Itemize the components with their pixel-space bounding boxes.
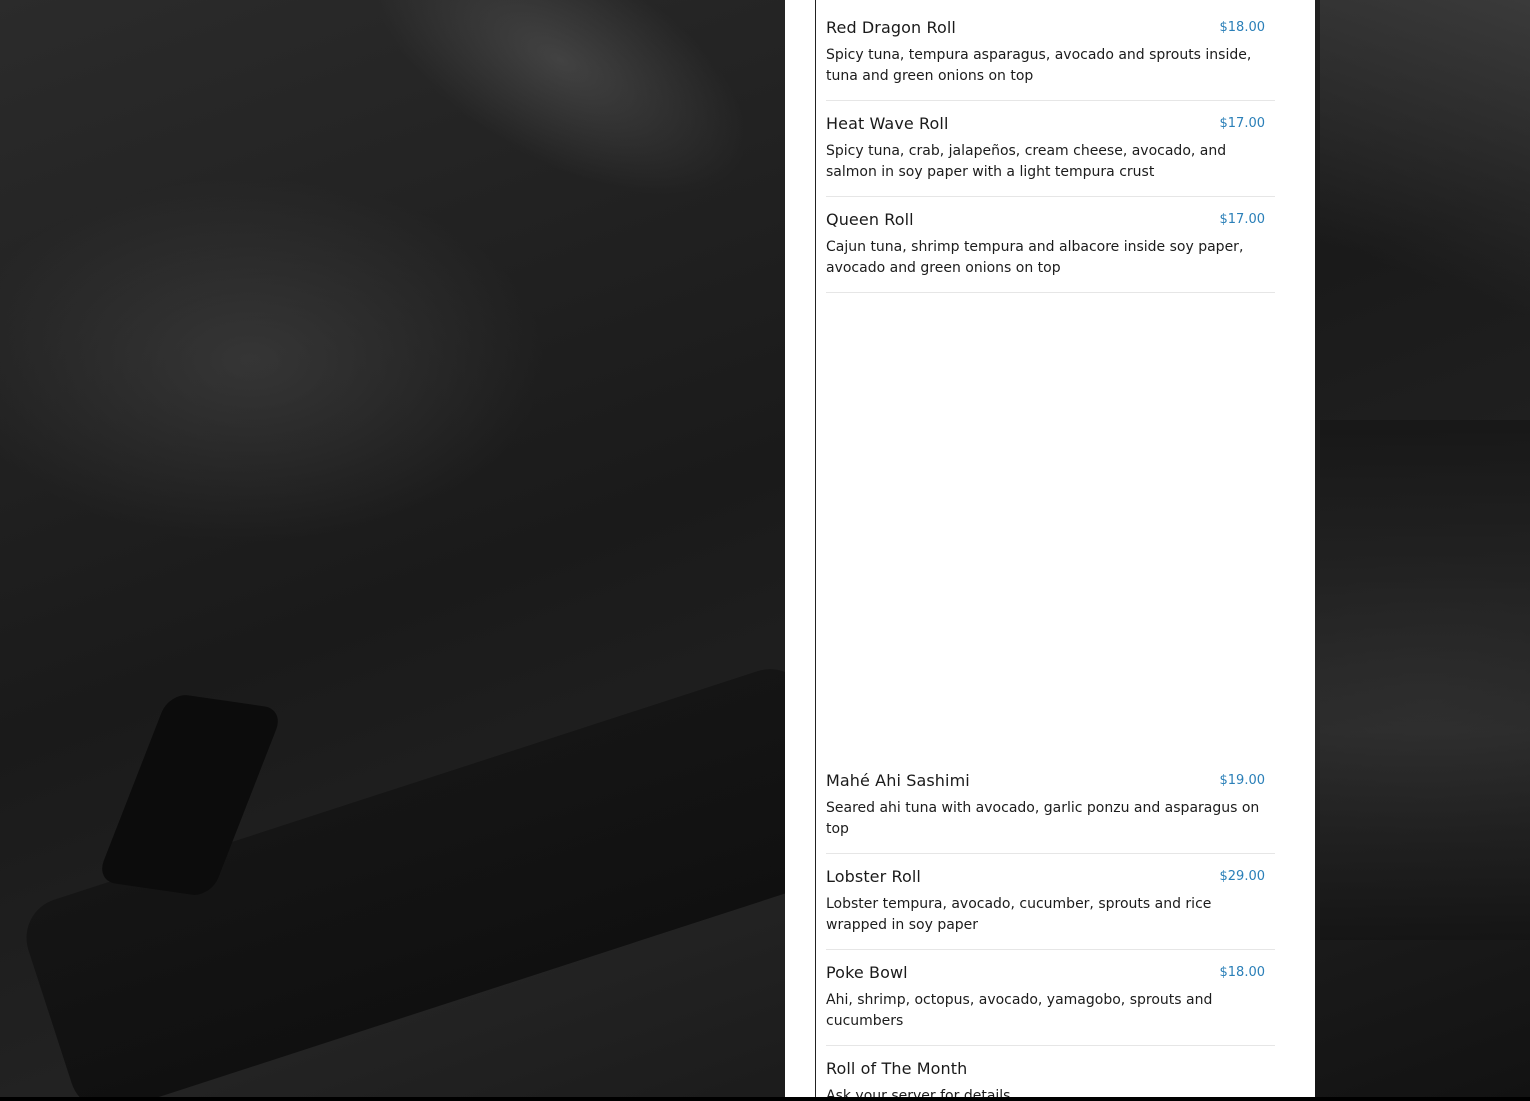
item-description: Ask your server for details: [826, 1088, 1011, 1097]
bottom-edge: [0, 1097, 1530, 1101]
item-name: Poke Bowl: [826, 963, 908, 982]
item-description: Spicy tuna, crab, jalapeños, cream chees…: [826, 143, 1227, 180]
item-description: Cajun tuna, shrimp tempura and albacore …: [826, 239, 1244, 276]
menu-item: Heat Wave Roll $17.00 Spicy tuna, crab, …: [826, 101, 1275, 197]
menu-item: Mahé Ahi Sashimi $19.00 Seared ahi tuna …: [826, 758, 1275, 854]
background-highlight-right: [1320, 0, 1530, 320]
item-price: $19.00: [1219, 773, 1266, 788]
menu-section-top: Red Dragon Roll $18.00 Spicy tuna, tempu…: [826, 5, 1275, 293]
menu-panel[interactable]: Red Dragon Roll $18.00 Spicy tuna, tempu…: [785, 0, 1315, 1097]
menu-item: Red Dragon Roll $18.00 Spicy tuna, tempu…: [826, 5, 1275, 101]
item-name: Red Dragon Roll: [826, 18, 956, 37]
item-name: Queen Roll: [826, 210, 914, 229]
item-description: Lobster tempura, avocado, cucumber, spro…: [826, 896, 1212, 933]
menu-item: Roll of The Month Ask your server for de…: [826, 1046, 1275, 1097]
item-description: Seared ahi tuna with avocado, garlic pon…: [826, 800, 1260, 837]
background-shadow-right: [1320, 420, 1530, 940]
menu-item: Queen Roll $17.00 Cajun tuna, shrimp tem…: [826, 197, 1275, 293]
item-price: $17.00: [1219, 116, 1266, 131]
item-name: Lobster Roll: [826, 867, 921, 886]
menu-item: Lobster Roll $29.00 Lobster tempura, avo…: [826, 854, 1275, 950]
item-name: Roll of The Month: [826, 1059, 968, 1078]
item-description: Spicy tuna, tempura asparagus, avocado a…: [826, 47, 1252, 84]
panel-divider-line: [815, 0, 816, 1097]
item-price: $18.00: [1219, 965, 1266, 980]
menu-item: Poke Bowl $18.00 Ahi, shrimp, octopus, a…: [826, 950, 1275, 1046]
background-highlight: [328, 0, 792, 252]
item-price: $18.00: [1219, 20, 1266, 35]
item-name: Mahé Ahi Sashimi: [826, 771, 970, 790]
item-price: $29.00: [1219, 869, 1266, 884]
item-description: Ahi, shrimp, octopus, avocado, yamagobo,…: [826, 992, 1213, 1029]
item-name: Heat Wave Roll: [826, 114, 949, 133]
menu-section-bottom: Mahé Ahi Sashimi $19.00 Seared ahi tuna …: [826, 758, 1275, 1097]
item-price: $17.00: [1219, 212, 1266, 227]
